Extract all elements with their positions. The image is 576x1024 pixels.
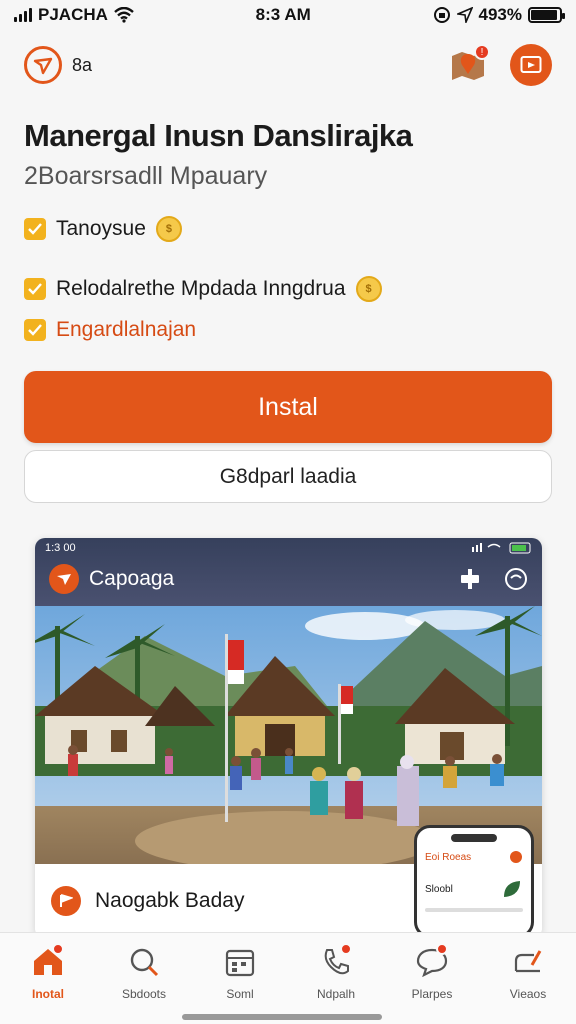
preview-app-bar: Capoaga: [49, 564, 528, 594]
feature-label: Tanoysue: [56, 217, 146, 240]
bottom-nav: Inotal Sbdoots Soml Ndpalh Plarpes Vieao…: [0, 932, 576, 1024]
secondary-button[interactable]: G8dparl laadia: [24, 450, 552, 503]
leaf-icon: [504, 881, 520, 897]
feature-item: Tanoysue $: [24, 216, 554, 242]
page-subtitle: 2Boarsrsadll Mpauary: [24, 162, 268, 190]
nav-item-home[interactable]: Inotal: [5, 943, 91, 1024]
coin-icon: $: [155, 216, 182, 242]
phone-icon: [316, 943, 356, 981]
feature-item: Relodalrethe Mpdada Inngdrua $: [24, 276, 554, 302]
phone-avatar-icon: [510, 851, 522, 863]
preview-battery-icon: [472, 542, 531, 554]
home-icon: [28, 943, 68, 981]
app-header: 8a !: [0, 42, 576, 88]
checkbox-icon[interactable]: [24, 319, 46, 341]
preview-icons: [458, 567, 528, 591]
battery-icon: [528, 7, 565, 23]
phone-header: Eoi Roeas: [417, 848, 531, 866]
feature-list: Tanoysue $ Relodalrethe Mpdada Inngdrua …: [24, 212, 554, 342]
phone-header-text: Eoi Roeas: [425, 851, 472, 863]
carrier-label: PJACHA: [38, 5, 108, 24]
nav-item-search[interactable]: Sbdoots: [101, 943, 187, 1024]
nav-notification-dot: [436, 943, 448, 955]
video-play-icon[interactable]: [510, 44, 552, 86]
status-time: 8:3 AM: [255, 5, 311, 24]
nav-item-calendar[interactable]: Soml: [197, 943, 283, 1024]
brand-logo-icon: [24, 46, 62, 84]
nav-label: Sbdoots: [121, 987, 167, 1001]
battery-percent: 493%: [478, 5, 522, 24]
title-block: Manergal Inusn Danslirajka 2Boarsrsadll …: [24, 118, 554, 191]
feature-label: Engardlalnajan: [56, 318, 197, 341]
status-bar: PJACHA 8:3 AM 493%: [0, 0, 576, 30]
signal-icon: [14, 8, 32, 22]
nav-label: Ndpalh: [316, 987, 356, 1001]
preview-brand: Capoaga: [49, 564, 174, 594]
status-left: PJACHA: [14, 5, 134, 25]
add-icon: [461, 569, 479, 589]
page-title: Manergal Inusn Danslirajka: [24, 118, 413, 153]
feature-label: Relodalrethe Mpdada Inngdrua: [56, 277, 346, 300]
preview-app-name: Capoaga: [89, 567, 175, 590]
flag-pin-icon: [51, 886, 81, 916]
header-icons: !: [448, 44, 552, 86]
brand-name: 8a: [72, 54, 93, 75]
preview-status-time: 1:3 00: [45, 542, 76, 554]
preview-logo-icon: [49, 564, 79, 594]
checkbox-icon[interactable]: [24, 278, 46, 300]
nav-item-phone[interactable]: Ndpalh: [293, 943, 379, 1024]
brand[interactable]: 8a: [24, 46, 92, 84]
home-indicator: [182, 1014, 382, 1020]
nav-notification-dot: [52, 943, 64, 955]
location-arrow-icon: [456, 7, 473, 23]
status-right: 493%: [433, 5, 565, 25]
phone-item: Sloobl: [417, 876, 531, 902]
edit-icon: [508, 943, 548, 981]
feature-item: Engardlalnajan: [24, 318, 554, 342]
nav-item-edit[interactable]: Vieaos: [485, 943, 571, 1024]
phone-item-text: Sloobl: [425, 883, 453, 895]
phone-divider: [425, 908, 523, 912]
preview-header: 1:3 00 Capoaga: [35, 538, 542, 606]
preview-bottom-label: Naogabk Baday: [95, 889, 245, 912]
nav-label: Soml: [226, 987, 254, 1001]
search-icon: [124, 943, 164, 981]
nav-item-chat[interactable]: Plarpes: [389, 943, 475, 1024]
wifi-icon: [114, 7, 134, 23]
nav-label: Plarpes: [411, 987, 453, 1001]
chat-icon: [412, 943, 452, 981]
preview-status-bar: 1:3 00: [45, 542, 532, 554]
app-preview-card[interactable]: 1:3 00 Capoaga Naogabk Baday Eoi Roeas S…: [35, 538, 542, 938]
checkbox-icon[interactable]: [24, 218, 46, 240]
notification-badge: !: [474, 44, 490, 60]
profile-icon: [505, 568, 527, 590]
phone-mockup: Eoi Roeas Sloobl: [414, 825, 534, 938]
lock-rotation-icon: [433, 7, 450, 23]
phone-notch: [451, 834, 497, 842]
coin-icon: $: [355, 276, 382, 302]
nav-notification-dot: [340, 943, 352, 955]
nav-label: Vieaos: [509, 987, 547, 1001]
calendar-icon: [220, 943, 260, 981]
install-button[interactable]: Instal: [24, 371, 552, 443]
map-notification-icon[interactable]: !: [448, 44, 490, 84]
nav-label: Inotal: [32, 987, 64, 1001]
